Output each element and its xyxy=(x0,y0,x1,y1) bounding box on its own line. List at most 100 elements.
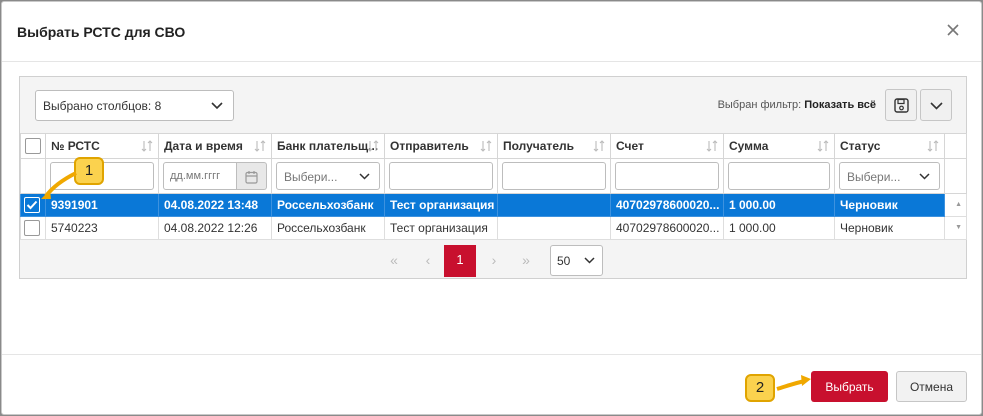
date-filter-input[interactable]: дд.мм.гггг xyxy=(163,162,237,190)
sort-icon xyxy=(927,140,939,152)
cell-amount: 1 000.00 xyxy=(723,216,835,240)
next-page-button[interactable]: › xyxy=(484,245,504,275)
column-header-sender[interactable]: Отправитель xyxy=(384,133,498,159)
calendar-button[interactable] xyxy=(237,162,267,190)
cell-bank: Россельхозбанк xyxy=(271,193,385,217)
select-all-header[interactable] xyxy=(20,133,46,159)
filter-menu-button[interactable] xyxy=(920,89,952,121)
cell-recipient xyxy=(497,193,611,217)
table-row[interactable]: 5740223 04.08.2022 12:26 Россельхозбанк … xyxy=(20,216,967,240)
dialog-title: Выбрать РСТС для СВО xyxy=(17,24,186,40)
filter-cell-datetime: дд.мм.гггг xyxy=(158,158,272,194)
sort-icon xyxy=(254,140,266,152)
cell-bank: Россельхозбанк xyxy=(271,216,385,240)
filter-cell-bank: Выбери... xyxy=(271,158,385,194)
row-checkbox[interactable] xyxy=(24,220,40,236)
calendar-icon xyxy=(245,171,258,184)
status-filter-select[interactable]: Выбери... xyxy=(839,162,940,190)
select-all-checkbox[interactable] xyxy=(25,138,41,154)
check-icon xyxy=(26,200,38,210)
bank-filter-value: Выбери... xyxy=(284,170,338,184)
select-rsts-dialog: Выбрать РСТС для СВО Выбрано столбцов: 8… xyxy=(1,1,982,415)
cell-sender: Тест организация xyxy=(384,216,498,240)
column-header-datetime[interactable]: Дата и время xyxy=(158,133,272,159)
columns-select[interactable]: Выбрано столбцов: 8 xyxy=(35,90,234,121)
table-row[interactable]: 9391901 04.08.2022 13:48 Россельхозбанк … xyxy=(20,193,967,217)
callout-arrow-icon xyxy=(41,171,77,199)
columns-select-label: Выбрано столбцов: 8 xyxy=(43,99,162,113)
filter-prefix: Выбран фильтр: xyxy=(717,99,802,111)
chevron-down-icon xyxy=(919,173,930,180)
save-icon xyxy=(894,98,909,113)
bank-filter-select[interactable]: Выбери... xyxy=(276,162,380,190)
filter-cell-status: Выбери... xyxy=(834,158,945,194)
sort-icon xyxy=(706,140,718,152)
column-header-number[interactable]: № РСТС xyxy=(45,133,159,159)
status-filter-value: Выбери... xyxy=(847,170,901,184)
column-header-bank[interactable]: Банк плательщ... xyxy=(271,133,385,159)
chevron-down-icon xyxy=(359,173,370,180)
header-label: Отправитель xyxy=(390,139,469,153)
filter-cell-amount xyxy=(723,158,835,194)
active-filter-label: Выбран фильтр: Показать всё xyxy=(718,99,876,111)
header-label: № РСТС xyxy=(51,139,100,153)
column-header-recipient[interactable]: Получатель xyxy=(497,133,611,159)
column-header-amount[interactable]: Сумма xyxy=(723,133,835,159)
callout-badge-2: 2 xyxy=(745,374,775,402)
pagination: « ‹ 1 › » 50 xyxy=(20,243,966,278)
select-button[interactable]: Выбрать xyxy=(811,371,888,402)
header-label: Дата и время xyxy=(164,139,243,153)
header-label: Статус xyxy=(840,139,881,153)
header-label: Получатель xyxy=(503,139,574,153)
header-label: Сумма xyxy=(729,139,769,153)
save-filter-button[interactable] xyxy=(885,89,917,121)
header-label: Банк плательщ... xyxy=(277,139,379,153)
cell-datetime: 04.08.2022 12:26 xyxy=(158,216,272,240)
recipient-filter-input[interactable] xyxy=(502,162,606,190)
filter-value: Показать всё xyxy=(804,99,876,111)
dialog-header: Выбрать РСТС для СВО xyxy=(2,2,981,62)
cell-amount: 1 000.00 xyxy=(723,193,835,217)
row-checkbox-cell[interactable] xyxy=(20,216,46,240)
callout-arrow-icon xyxy=(776,375,811,391)
cell-account: 40702978600020... xyxy=(610,193,724,217)
cell-status: Черновик xyxy=(834,216,945,240)
current-page-button[interactable]: 1 xyxy=(444,245,476,277)
sort-icon xyxy=(141,140,153,152)
column-header-account[interactable]: Счет xyxy=(610,133,724,159)
scrollbar-header xyxy=(944,133,967,159)
prev-page-button[interactable]: ‹ xyxy=(418,245,438,275)
chevron-down-icon xyxy=(584,257,595,264)
grid-container: Выбрано столбцов: 8 Выбран фильтр: Показ… xyxy=(19,76,967,279)
header-label: Счет xyxy=(616,139,644,153)
sort-icon xyxy=(367,140,379,152)
account-filter-input[interactable] xyxy=(615,162,719,190)
sort-icon xyxy=(817,140,829,152)
cancel-button[interactable]: Отмена xyxy=(896,371,967,402)
cell-sender: Тест организация xyxy=(384,193,498,217)
dialog-footer: Выбрать Отмена xyxy=(2,354,981,416)
scroll-up-arrow[interactable]: ▲ xyxy=(944,193,967,217)
sort-icon xyxy=(480,140,492,152)
cell-datetime: 04.08.2022 13:48 xyxy=(158,193,272,217)
sort-icon xyxy=(593,140,605,152)
page-size-select[interactable]: 50 xyxy=(550,245,603,276)
page-size-value: 50 xyxy=(557,254,571,268)
first-page-button[interactable]: « xyxy=(384,245,404,275)
chevron-down-icon xyxy=(211,102,223,110)
filter-cell-account xyxy=(610,158,724,194)
close-icon[interactable] xyxy=(943,20,963,40)
chevron-down-icon xyxy=(930,102,943,110)
rsts-table: № РСТС Дата и время Банк плательщ... Отп… xyxy=(20,133,967,240)
filter-cell-scroll xyxy=(944,158,967,194)
column-header-status[interactable]: Статус xyxy=(834,133,945,159)
cell-account: 40702978600020... xyxy=(610,216,724,240)
filter-cell-sender xyxy=(384,158,498,194)
cell-number: 5740223 xyxy=(45,216,159,240)
scroll-down-arrow[interactable]: ▼ xyxy=(944,216,967,240)
sender-filter-input[interactable] xyxy=(389,162,493,190)
last-page-button[interactable]: » xyxy=(516,245,536,275)
cell-status: Черновик xyxy=(834,193,945,217)
amount-filter-input[interactable] xyxy=(728,162,830,190)
filter-cell-recipient xyxy=(497,158,611,194)
